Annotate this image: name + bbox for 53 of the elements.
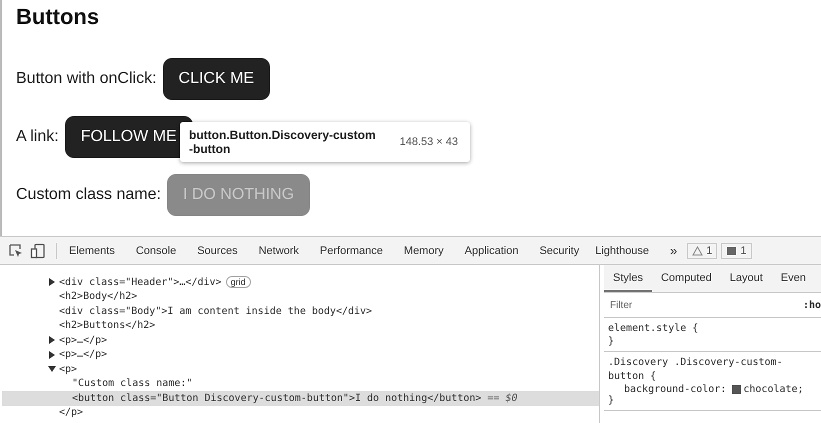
- css-property[interactable]: background-color:: [624, 384, 726, 395]
- page-heading: Buttons: [16, 3, 100, 31]
- devtools-tab[interactable]: Security: [539, 244, 580, 256]
- dom-node[interactable]: "Custom class name:": [72, 378, 192, 390]
- devtools-tab[interactable]: Memory: [404, 244, 444, 256]
- node-reference: == $0: [487, 392, 518, 404]
- devtools-tab[interactable]: Console: [136, 244, 176, 256]
- more-tabs-button[interactable]: »: [670, 243, 678, 258]
- row-label: Custom class name:: [16, 186, 161, 204]
- collapsed-arrow-icon[interactable]: [48, 350, 56, 359]
- devtools-tab[interactable]: Elements: [69, 244, 115, 256]
- dom-node[interactable]: <p>…</p>: [59, 334, 108, 346]
- message-count: 1: [740, 244, 747, 256]
- dom-node[interactable]: <h2>Buttons</h2>: [59, 320, 156, 332]
- dom-node[interactable]: </p>: [59, 407, 84, 418]
- devtools-tab[interactable]: Lighthouse: [595, 244, 650, 256]
- devtools-tab[interactable]: Sources: [197, 244, 238, 256]
- styles-tab[interactable]: Even: [772, 272, 815, 292]
- row-label: Button with onClick:: [16, 70, 157, 88]
- css-brace: }: [608, 336, 616, 347]
- dom-node[interactable]: <p>: [59, 364, 78, 375]
- collapsed-arrow-icon[interactable]: [48, 278, 56, 286]
- dom-row[interactable]: <button class="Button Discovery-custom-button">I do nothing</button> == $0: [2, 391, 599, 406]
- dom-row[interactable]: "Custom class name:": [2, 376, 599, 391]
- styles-tab[interactable]: Computed: [652, 272, 721, 292]
- device-icon[interactable]: [30, 242, 46, 258]
- page-button[interactable]: CLICK ME: [162, 58, 270, 100]
- message-icon: [726, 246, 738, 256]
- warning-count: 1: [706, 244, 712, 256]
- warning-icon: [692, 246, 704, 256]
- dom-node[interactable]: <h2>Body</h2>: [59, 291, 138, 302]
- warning-counter[interactable]: 1: [687, 242, 718, 258]
- styles-tab[interactable]: Styles: [604, 272, 652, 292]
- collapsed-arrow-icon[interactable]: [48, 336, 56, 344]
- devtools-tab[interactable]: Application: [464, 244, 518, 256]
- css-selector: element.style {: [608, 322, 700, 336]
- grid-badge[interactable]: grid: [226, 276, 251, 288]
- message-counter[interactable]: 1: [721, 242, 752, 258]
- dom-node[interactable]: <p>…</p>: [59, 349, 108, 360]
- row-label: A link:: [16, 128, 59, 146]
- dom-node[interactable]: <div class="Body">I am content inside the body</div>: [59, 306, 372, 317]
- tooltip-size: 148.53 × 43: [400, 136, 458, 148]
- styles-tab[interactable]: Layout: [720, 272, 772, 292]
- dom-node[interactable]: <button class="Button Discovery-custom-button">I do nothing</button>: [72, 392, 482, 404]
- css-brace: }: [608, 395, 616, 406]
- hover-state-button[interactable]: :ho: [802, 300, 821, 310]
- inspect-icon[interactable]: [8, 242, 24, 258]
- devtools-tab[interactable]: Performance: [320, 244, 383, 256]
- css-value[interactable]: chocolate;: [743, 384, 804, 395]
- dom-node[interactable]: <div class="Header">…</div>: [59, 276, 222, 288]
- devtools-tab[interactable]: Network: [258, 244, 299, 256]
- expanded-arrow-icon[interactable]: [48, 365, 56, 374]
- color-swatch-icon[interactable]: [732, 385, 742, 394]
